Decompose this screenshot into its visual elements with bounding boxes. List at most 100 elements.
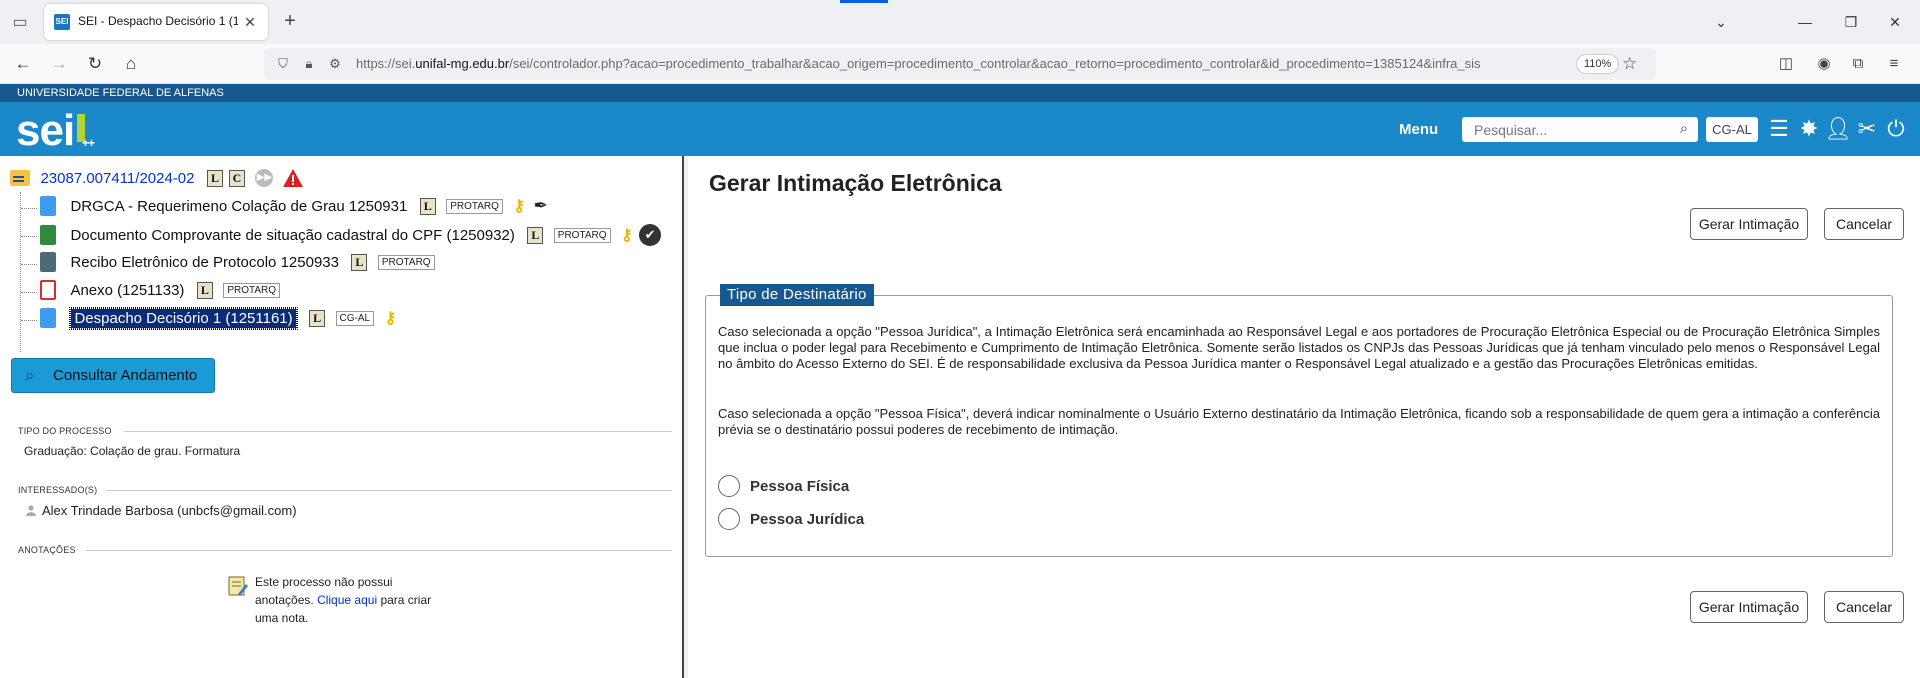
- alert-icon[interactable]: ✸: [1795, 115, 1823, 143]
- note-line-2: anotações. Clique aqui para criar: [255, 591, 445, 609]
- access-level-badge: L: [351, 253, 368, 271]
- access-level-badge: L: [206, 169, 223, 187]
- classification-badge: C: [228, 169, 245, 187]
- sei-logo-text: sei: [16, 106, 75, 155]
- institution-bar: UNIVERSIDADE FEDERAL DE ALFENAS: [0, 84, 1920, 102]
- pessoa-fisica-help: Caso selecionada a opção "Pessoa Física"…: [718, 406, 1880, 437]
- key-icon[interactable]: ⚷: [385, 308, 397, 328]
- browser-tabstrip: ▭ SEI SEI - Despacho Decisório 1 (125 ✕ …: [0, 0, 1920, 44]
- institution-name: UNIVERSIDADE FEDERAL DE ALFENAS: [17, 87, 224, 99]
- gerar-intimacao-button-top[interactable]: Gerar Intimação: [1690, 208, 1808, 240]
- annotation-message: Este processo não possui anotações. Cliq…: [255, 573, 445, 627]
- tab-title: SEI - Despacho Decisório 1 (125: [78, 14, 238, 28]
- browser-navbar: ← → ↻ ⌂ ⛉ 🔒︎ ⚙ https://sei.unifal-mg.edu…: [0, 44, 1920, 84]
- access-level-badge: L: [196, 281, 213, 299]
- cancel-label: Cancelar: [1835, 216, 1893, 232]
- url-text[interactable]: https://sei.unifal-mg.edu.br/sei/control…: [356, 56, 1566, 71]
- panel-resize-handle[interactable]: [682, 156, 688, 678]
- extensions-icon[interactable]: ⧉: [1846, 52, 1870, 76]
- document-name[interactable]: DRGCA - Requerimeno Colação de Grau 1250…: [70, 198, 407, 215]
- process-root[interactable]: 23087.007411/2024-02 LC ▶▶: [10, 168, 304, 190]
- close-window-icon[interactable]: ✕: [1880, 10, 1910, 34]
- sei-logo[interactable]: sei ++: [16, 106, 95, 156]
- authenticated-check-icon[interactable]: ✔: [639, 224, 662, 246]
- person-icon: [26, 505, 36, 516]
- tree-document[interactable]: Anexo (1251133) L PROTARQ: [21, 280, 281, 304]
- pessoa-juridica-label[interactable]: Pessoa Jurídica: [750, 511, 864, 528]
- url-domain: unifal-mg.edu.br: [415, 56, 510, 71]
- tree-document[interactable]: Recibo Eletrônico de Protocolo 1250933 L…: [21, 252, 435, 276]
- form-document-icon: [40, 252, 56, 272]
- document-name[interactable]: Anexo (1251133): [70, 282, 184, 299]
- magnifier-icon: ⌕: [25, 366, 35, 385]
- power-icon[interactable]: ⏻: [1882, 115, 1910, 143]
- tools-icon[interactable]: ✂: [1853, 115, 1881, 143]
- gerar-intimacao-label: Gerar Intimação: [1698, 599, 1800, 615]
- permissions-icon[interactable]: ⚙: [326, 55, 344, 73]
- signature-pen-icon[interactable]: ✒: [534, 196, 548, 216]
- sei-logo-suffix: ++: [82, 136, 95, 150]
- browser-tab[interactable]: SEI SEI - Despacho Decisório 1 (125 ✕: [44, 4, 268, 40]
- divider: [106, 490, 672, 491]
- hamburger-menu-icon[interactable]: ≡: [1882, 52, 1906, 76]
- home-icon[interactable]: ⌂: [118, 52, 144, 76]
- tab-list-icon[interactable]: ▭: [8, 12, 32, 32]
- account-icon[interactable]: ◉: [1812, 52, 1836, 76]
- document-name[interactable]: Documento Comprovante de situação cadast…: [70, 227, 514, 244]
- cancel-button-top[interactable]: Cancelar: [1824, 208, 1904, 240]
- zoom-level[interactable]: 110%: [1576, 54, 1620, 74]
- key-icon[interactable]: ⚷: [621, 225, 633, 245]
- pessoa-juridica-radio[interactable]: [718, 508, 740, 530]
- list-icon[interactable]: ☰: [1765, 115, 1793, 143]
- sei-favicon-icon: SEI: [54, 14, 70, 30]
- lock-icon[interactable]: 🔒︎: [300, 55, 318, 73]
- url-prefix: https://sei.: [356, 56, 416, 71]
- fast-forward-icon[interactable]: ▶▶: [255, 169, 274, 187]
- search-icon[interactable]: ⌕: [1673, 118, 1695, 140]
- tabstrip-accent: [840, 0, 888, 3]
- consultar-andamento-button[interactable]: ⌕ Consultar Andamento: [11, 358, 215, 393]
- menu-link[interactable]: Menu: [1399, 121, 1438, 138]
- bookmark-star-icon[interactable]: ☆: [1622, 54, 1637, 74]
- tree-connector: [20, 192, 40, 352]
- pessoa-fisica-radio[interactable]: [718, 475, 740, 497]
- pessoa-fisica-label[interactable]: Pessoa Física: [750, 478, 849, 495]
- unit-selector[interactable]: CG-AL: [1706, 117, 1758, 142]
- tree-document-selected[interactable]: Despacho Decisório 1 (1251161) L CG-AL ⚷: [21, 306, 397, 332]
- note-suffix: para criar: [380, 593, 432, 607]
- divider: [86, 550, 672, 551]
- url-path: /sei/controlador.php?acao=procedimento_t…: [509, 56, 1481, 71]
- close-tab-icon[interactable]: ✕: [240, 12, 260, 32]
- back-icon[interactable]: ←: [10, 52, 36, 76]
- access-level-badge: L: [309, 309, 326, 327]
- process-number[interactable]: 23087.007411/2024-02: [40, 170, 194, 187]
- restore-icon[interactable]: ❐: [1836, 10, 1866, 34]
- search-input[interactable]: [1462, 117, 1698, 142]
- tipo-processo-value: Graduação: Colação de grau. Formatura: [24, 444, 241, 458]
- document-name[interactable]: Recibo Eletrônico de Protocolo 1250933: [70, 254, 339, 271]
- document-tag: PROTARQ: [223, 282, 281, 298]
- reload-icon[interactable]: ↻: [82, 52, 108, 76]
- address-bar[interactable]: ⛉ 🔒︎ ⚙ https://sei.unifal-mg.edu.br/sei/…: [264, 48, 1656, 80]
- cancel-button-bottom[interactable]: Cancelar: [1824, 591, 1904, 623]
- create-note-link[interactable]: Clique aqui: [317, 593, 377, 607]
- minimize-icon[interactable]: —: [1790, 10, 1820, 34]
- pocket-icon[interactable]: ◫: [1774, 52, 1798, 76]
- document-tag: PROTARQ: [377, 254, 435, 270]
- document-name[interactable]: Despacho Decisório 1 (1251161): [69, 306, 298, 330]
- gerar-intimacao-button-bottom[interactable]: Gerar Intimação: [1690, 591, 1808, 623]
- pessoa-juridica-help: Caso selecionada a opção "Pessoa Jurídic…: [718, 324, 1880, 371]
- warning-icon[interactable]: [282, 168, 304, 188]
- tree-document[interactable]: DRGCA - Requerimeno Colação de Grau 1250…: [21, 196, 548, 220]
- user-icon[interactable]: 👤︎: [1824, 115, 1852, 143]
- note-icon[interactable]: [226, 574, 248, 598]
- tree-document[interactable]: Documento Comprovante de situação cadast…: [21, 224, 662, 248]
- forward-icon[interactable]: →: [46, 52, 72, 76]
- key-icon[interactable]: ⚷: [513, 196, 525, 216]
- tab-overflow-chevron-icon[interactable]: ⌄: [1706, 10, 1736, 34]
- new-tab-icon[interactable]: +: [278, 10, 302, 34]
- page-title: Gerar Intimação Eletrônica: [709, 170, 1002, 196]
- access-level-badge: L: [527, 226, 544, 244]
- document-tag: PROTARQ: [446, 198, 503, 214]
- shield-icon[interactable]: ⛉: [274, 55, 292, 73]
